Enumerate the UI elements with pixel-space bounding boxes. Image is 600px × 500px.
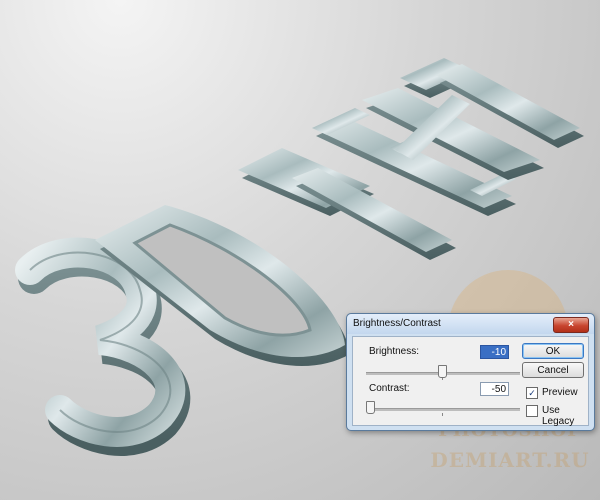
contrast-label: Contrast:: [369, 383, 410, 394]
brightness-input[interactable]: [480, 345, 509, 359]
contrast-slider-track[interactable]: [366, 408, 520, 411]
dialog-body: Brightness: Contrast: OK Cancel ✓ Previe…: [352, 336, 589, 427]
brightness-label: Brightness:: [369, 346, 420, 357]
use-legacy-label: Use Legacy: [542, 405, 575, 427]
dialog-titlebar[interactable]: Brightness/Contrast ×: [347, 314, 594, 334]
close-button[interactable]: ×: [553, 317, 589, 333]
contrast-input[interactable]: [480, 382, 509, 396]
brightness-slider-thumb[interactable]: [437, 365, 447, 378]
brightness-contrast-dialog: Brightness/Contrast × Brightness: Contra…: [346, 313, 595, 431]
ok-button[interactable]: OK: [522, 343, 584, 359]
cancel-button[interactable]: Cancel: [522, 362, 584, 378]
contrast-slider-tick: [442, 413, 443, 416]
preview-checkbox[interactable]: ✓: [526, 387, 538, 399]
preview-label: Preview: [542, 387, 578, 398]
close-icon: ×: [568, 319, 574, 330]
dialog-title: Brightness/Contrast: [353, 318, 441, 329]
contrast-slider-thumb[interactable]: [365, 401, 375, 414]
use-legacy-checkbox[interactable]: [526, 405, 538, 417]
